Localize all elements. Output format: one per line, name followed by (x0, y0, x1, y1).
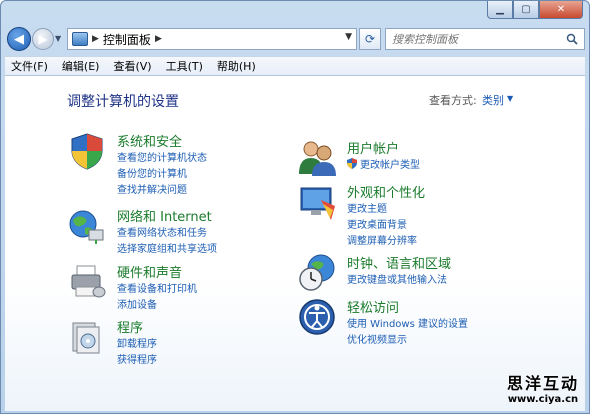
menu-tools[interactable]: 工具(T) (166, 58, 203, 74)
personalization-icon[interactable] (297, 182, 337, 222)
view-by-label: 查看方式: (429, 94, 477, 107)
breadcrumb-chevron-icon[interactable]: ▶ (92, 34, 99, 44)
watermark-url: www.ciya.cn (507, 394, 579, 405)
link-homegroup-sharing[interactable]: 选择家庭组和共享选项 (117, 240, 217, 255)
link-uninstall-program[interactable]: 卸载程序 (117, 335, 157, 350)
view-by-dropdown[interactable]: 类别 (482, 92, 504, 108)
category-title-programs[interactable]: 程序 (117, 317, 143, 336)
minimize-button[interactable]: ▁ (487, 1, 513, 19)
category-title-appearance[interactable]: 外观和个性化 (347, 182, 425, 201)
close-icon: ✕ (556, 4, 566, 15)
users-icon[interactable] (297, 138, 337, 178)
arrow-left-icon: ◀ (14, 31, 24, 47)
control-panel-icon (72, 32, 88, 46)
address-bar[interactable]: ▶ 控制面板 ▶ ▼ (67, 28, 357, 50)
menu-bar: 文件(F) 编辑(E) 查看(V) 工具(T) 帮助(H) (5, 56, 585, 76)
control-panel-window: ▁ ▢ ✕ ◀ ▶ ▼ ▶ 控制面板 ▶ ▼ ⟳ 文件(F) 编辑(E) 查看(… (0, 0, 590, 414)
close-button[interactable]: ✕ (539, 1, 583, 19)
navigation-bar: ◀ ▶ ▼ ▶ 控制面板 ▶ ▼ ⟳ (5, 27, 585, 51)
category-title-hardware[interactable]: 硬件和声音 (117, 262, 182, 281)
shield-icon[interactable] (67, 131, 107, 171)
category-title-network[interactable]: 网络和 Internet (117, 206, 212, 225)
category-title-system[interactable]: 系统和安全 (117, 131, 182, 150)
link-change-theme[interactable]: 更改主题 (347, 200, 387, 215)
link-change-keyboard-input[interactable]: 更改键盘或其他输入法 (347, 271, 447, 286)
category-title-ease[interactable]: 轻松访问 (347, 297, 399, 316)
link-text-change-account-type[interactable]: 更改帐户类型 (360, 160, 420, 171)
watermark: 思洋互动 www.ciya.cn (507, 370, 579, 405)
programs-icon[interactable] (67, 317, 107, 357)
watermark-name: 思洋互动 (506, 374, 579, 393)
caption-buttons: ▁ ▢ ✕ (487, 1, 583, 19)
link-view-computer-status[interactable]: 查看您的计算机状态 (117, 149, 207, 164)
refresh-icon: ⟳ (364, 32, 376, 46)
content-area: 调整计算机的设置 查看方式: 类别 ▼ 系统和安全 查看您的计算机状态 备份您的… (5, 76, 585, 411)
minimize-icon: ▁ (496, 4, 504, 15)
refresh-button[interactable]: ⟳ (359, 28, 381, 50)
link-optimize-display[interactable]: 优化视频显示 (347, 331, 407, 346)
link-add-device[interactable]: 添加设备 (117, 296, 157, 311)
recent-pages-dropdown[interactable]: ▼ (55, 34, 61, 43)
breadcrumb-chevron-icon[interactable]: ▶ (155, 34, 162, 44)
menu-view[interactable]: 查看(V) (113, 58, 151, 74)
maximize-icon: ▢ (521, 4, 531, 15)
link-view-network-status[interactable]: 查看网络状态和任务 (117, 224, 207, 239)
address-history-dropdown[interactable]: ▼ (345, 32, 352, 42)
search-box[interactable] (385, 28, 585, 50)
chevron-down-icon[interactable]: ▼ (507, 94, 513, 103)
menu-edit[interactable]: 编辑(E) (62, 58, 100, 74)
forward-button[interactable]: ▶ (32, 28, 54, 50)
link-change-desktop-background[interactable]: 更改桌面背景 (347, 216, 407, 231)
ease-of-access-icon[interactable] (297, 297, 337, 337)
printer-icon[interactable] (67, 262, 107, 302)
globe-network-icon[interactable] (67, 206, 107, 246)
link-backup-computer[interactable]: 备份您的计算机 (117, 165, 187, 180)
breadcrumb-control-panel[interactable]: 控制面板 (103, 31, 151, 48)
category-title-clock[interactable]: 时钟、语言和区域 (347, 253, 451, 272)
link-adjust-resolution[interactable]: 调整屏幕分辨率 (347, 232, 417, 247)
menu-help[interactable]: 帮助(H) (217, 58, 256, 74)
clock-globe-icon[interactable] (297, 253, 337, 293)
page-title: 调整计算机的设置 (67, 94, 179, 110)
link-devices-printers[interactable]: 查看设备和打印机 (117, 280, 197, 295)
maximize-button[interactable]: ▢ (513, 1, 539, 19)
link-change-account-type[interactable]: 更改帐户类型 (347, 156, 420, 171)
menu-file[interactable]: 文件(F) (11, 58, 48, 74)
uac-shield-icon (347, 158, 357, 169)
search-icon[interactable] (566, 33, 578, 45)
link-get-programs[interactable]: 获得程序 (117, 351, 157, 366)
search-input[interactable] (392, 32, 552, 46)
back-button[interactable]: ◀ (7, 27, 31, 51)
link-find-fix-problems[interactable]: 查找并解决问题 (117, 181, 187, 196)
arrow-right-icon: ▶ (38, 32, 48, 46)
link-windows-recommended-settings[interactable]: 使用 Windows 建议的设置 (347, 315, 468, 330)
category-title-users[interactable]: 用户帐户 (347, 138, 399, 157)
